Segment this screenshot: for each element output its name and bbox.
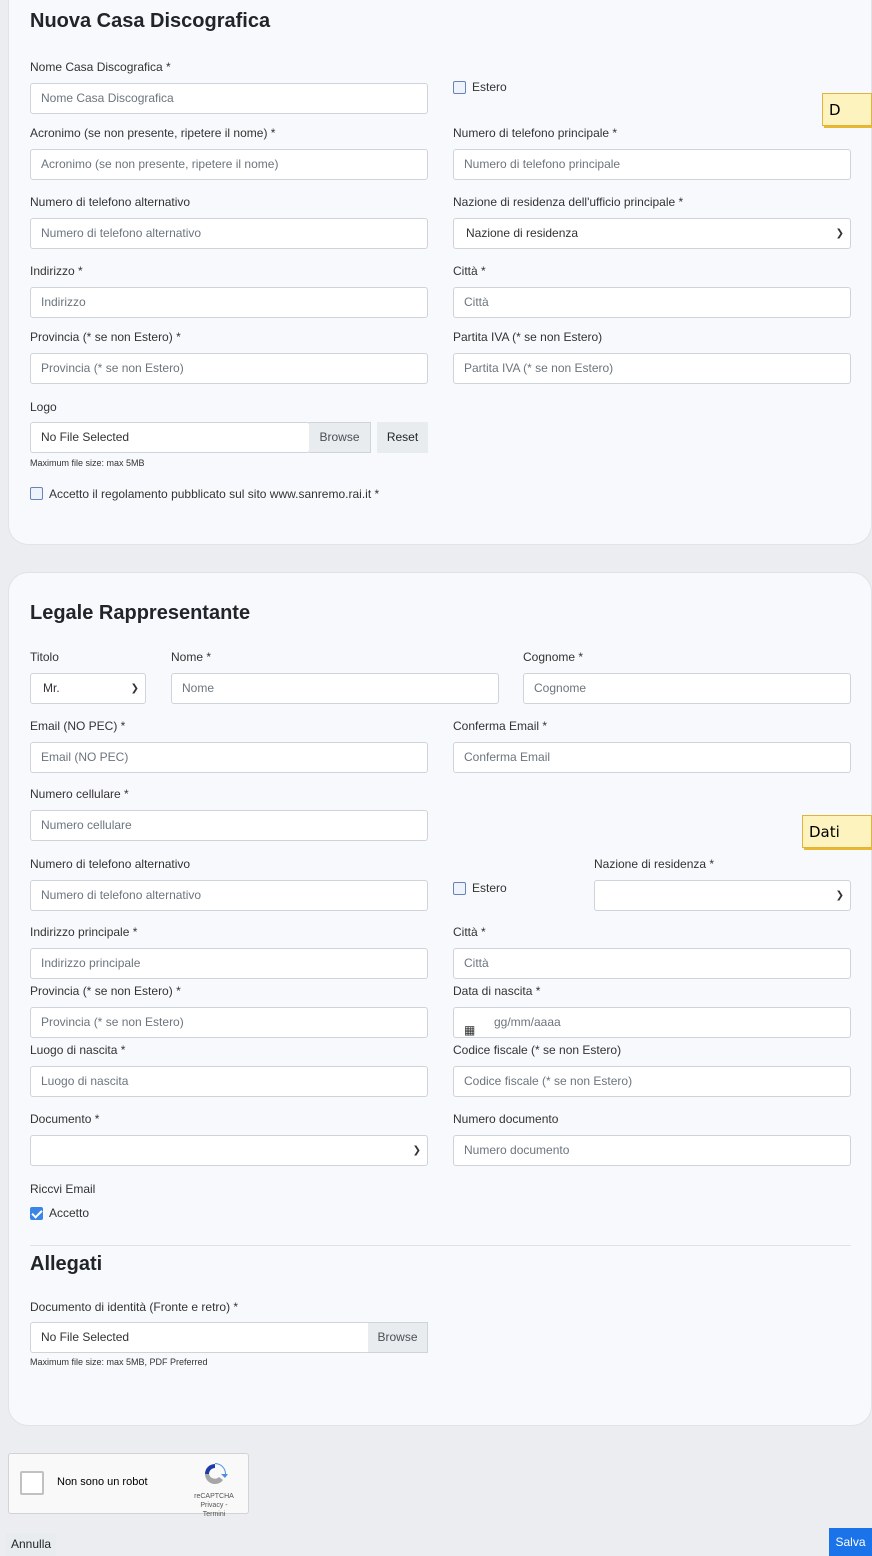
conferma-email-input[interactable]: Conferma Email (453, 742, 851, 773)
codice-fiscale-label: Codice fiscale (* se non Estero) (453, 1043, 622, 1057)
section-title-legale: Legale Rappresentante (30, 602, 251, 624)
partita-iva-input[interactable]: Partita IVA (* se non Estero) (453, 353, 851, 384)
logo-hint: Maximum file size: max 5MB (30, 458, 145, 468)
acronimo-label: Acronimo (se non presente, ripetere il n… (30, 126, 276, 140)
logo-file-input[interactable]: No File Selected (30, 422, 310, 453)
ricevi-email-checkbox[interactable] (30, 1207, 43, 1220)
logo-browse-button[interactable]: Browse (309, 422, 371, 453)
tel-alternativo-2-label: Numero di telefono alternativo (30, 857, 191, 871)
citta-2-label: Città * (453, 925, 486, 939)
titolo-selected: Mr. (43, 681, 60, 695)
recaptcha-brand-name: reCAPTCHA (194, 1493, 234, 1500)
chevron-down-icon: ❯ (130, 683, 139, 694)
cognome-input[interactable]: Cognome (523, 673, 851, 704)
indirizzo-input[interactable]: Indirizzo (30, 287, 428, 318)
ricevi-email-option: Accetto (49, 1206, 90, 1220)
nazione-2-label: Nazione di residenza * (594, 857, 715, 871)
numero-documento-input[interactable]: Numero documento (453, 1135, 851, 1166)
indirizzo-principale-label: Indirizzo principale * (30, 925, 138, 939)
nazione-2-select[interactable]: ❯ (594, 880, 851, 911)
provincia-input[interactable]: Provincia (* se non Estero) (30, 353, 428, 384)
recaptcha-brand: reCAPTCHA Privacy - Termini (189, 1492, 239, 1519)
acronimo-input[interactable]: Acronimo (se non presente, ripetere il n… (30, 149, 428, 180)
tel-alternativo-2-input[interactable]: Numero di telefono alternativo (30, 880, 428, 911)
partita-iva-label: Partita IVA (* se non Estero) (453, 330, 603, 344)
cancel-button[interactable]: Annulla (6, 1533, 57, 1556)
cellulare-label: Numero cellulare * (30, 787, 129, 801)
cellulare-input[interactable]: Numero cellulare (30, 810, 428, 841)
documento-label: Documento * (30, 1112, 100, 1126)
documento-identita-browse-button[interactable]: Browse (368, 1322, 428, 1353)
citta-label: Città * (453, 264, 486, 278)
logo-label: Logo (30, 400, 57, 414)
luogo-nascita-label: Luogo di nascita * (30, 1043, 126, 1057)
tel-alternativo-input[interactable]: Numero di telefono alternativo (30, 218, 428, 249)
indirizzo-principale-input[interactable]: Indirizzo principale (30, 948, 428, 979)
sticky-note: D (822, 93, 872, 126)
citta-input[interactable]: Città (453, 287, 851, 318)
estero-checkbox[interactable] (453, 81, 466, 94)
regolamento-label: Accetto il regolamento pubblicato sul si… (49, 487, 380, 501)
titolo-select[interactable]: Mr. ❯ (30, 673, 146, 704)
nome-casa-input[interactable]: Nome Casa Discografica (30, 83, 428, 114)
save-button[interactable]: Salva (829, 1528, 872, 1556)
documento-identita-label: Documento di identità (Fronte e retro) * (30, 1300, 239, 1314)
email-input[interactable]: Email (NO PEC) (30, 742, 428, 773)
nazione-label: Nazione di residenza dell'ufficio princi… (453, 195, 684, 209)
nazione-select[interactable]: Nazione di residenza ❯ (453, 218, 851, 249)
regolamento-checkbox[interactable] (30, 487, 43, 500)
data-nascita-input[interactable]: ▦ gg/mm/aaaa (453, 1007, 851, 1038)
calendar-icon: ▦ (464, 1023, 476, 1037)
numero-documento-label: Numero documento (453, 1112, 559, 1126)
titolo-label: Titolo (30, 650, 59, 664)
nome-input[interactable]: Nome (171, 673, 499, 704)
indirizzo-label: Indirizzo * (30, 264, 83, 278)
recaptcha-links[interactable]: Privacy - Termini (189, 1501, 239, 1519)
estero-2-label: Estero (472, 881, 507, 895)
cognome-label: Cognome * (523, 650, 584, 664)
email-label: Email (NO PEC) * (30, 719, 126, 733)
estero-label: Estero (472, 80, 507, 94)
conferma-email-label: Conferma Email * (453, 719, 548, 733)
recaptcha-logo-icon (205, 1463, 228, 1484)
nome-casa-label: Nome Casa Discografica * (30, 60, 171, 74)
recaptcha-text: Non sono un robot (57, 1476, 148, 1488)
section-title-allegati: Allegati (30, 1253, 103, 1275)
documento-select[interactable]: ❯ (30, 1135, 428, 1166)
chevron-down-icon: ❯ (835, 228, 844, 239)
documento-identita-file-input[interactable]: No File Selected (30, 1322, 370, 1353)
sticky-note: Dati (802, 815, 872, 848)
provincia-2-label: Provincia (* se non Estero) * (30, 984, 181, 998)
documento-identita-hint: Maximum file size: max 5MB, PDF Preferre… (30, 1357, 208, 1367)
chevron-down-icon: ❯ (835, 890, 844, 901)
chevron-down-icon: ❯ (412, 1145, 421, 1156)
recaptcha-checkbox[interactable] (20, 1471, 44, 1495)
data-nascita-placeholder: gg/mm/aaaa (494, 1015, 561, 1029)
nome-label: Nome * (171, 650, 212, 664)
divider (30, 1245, 851, 1246)
tel-principale-input[interactable]: Numero di telefono principale (453, 149, 851, 180)
luogo-nascita-input[interactable]: Luogo di nascita (30, 1066, 428, 1097)
codice-fiscale-input[interactable]: Codice fiscale (* se non Estero) (453, 1066, 851, 1097)
provincia-label: Provincia (* se non Estero) * (30, 330, 181, 344)
estero-2-checkbox[interactable] (453, 882, 466, 895)
data-nascita-label: Data di nascita * (453, 984, 541, 998)
ricevi-email-label: Riccvi Email (30, 1182, 96, 1196)
logo-reset-button[interactable]: Reset (377, 422, 428, 453)
section-title-casa: Nuova Casa Discografica (30, 10, 271, 32)
citta-2-input[interactable]: Città (453, 948, 851, 979)
provincia-2-input[interactable]: Provincia (* se non Estero) (30, 1007, 428, 1038)
recaptcha-widget: Non sono un robot reCAPTCHA Privacy - Te… (8, 1453, 249, 1518)
tel-alternativo-label: Numero di telefono alternativo (30, 195, 191, 209)
nazione-selected: Nazione di residenza (466, 226, 579, 240)
tel-principale-label: Numero di telefono principale * (453, 126, 618, 140)
